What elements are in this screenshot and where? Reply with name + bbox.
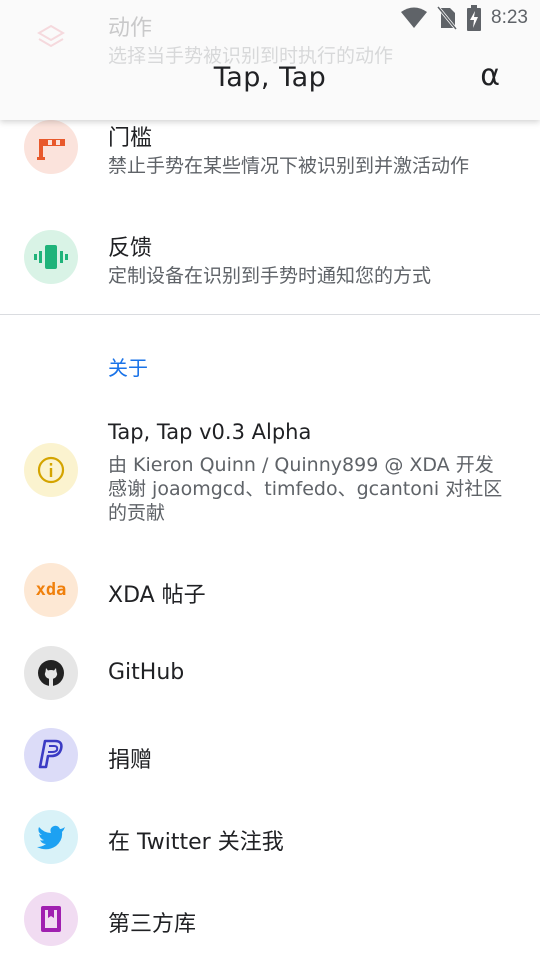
settings-item-title: 反馈 (108, 236, 153, 261)
settings-item-subtitle: 禁止手势在某些情况下被识别到并激活动作 (108, 155, 470, 177)
settings-item-feedback[interactable]: 反馈 定制设备在识别到手势时通知您的方式 (0, 230, 540, 300)
battery-charging-icon (467, 5, 482, 31)
xda-icon-text: xda (35, 580, 67, 600)
app-version-title: Tap, Tap v0.3 Alpha (108, 420, 312, 444)
wifi-icon (401, 7, 428, 29)
link-donate[interactable]: 捐赠 (0, 728, 540, 784)
app-info-line-2: 感谢 joaomgcd、timfedo、gcantoni 对社区 (108, 478, 503, 500)
section-divider (0, 314, 540, 315)
app-info-line-3: 的贡献 (108, 502, 166, 524)
link-libraries[interactable]: 第三方库 (0, 892, 540, 948)
app-info-line-1: 由 Kieron Quinn / Quinny899 @ XDA 开发 (108, 454, 494, 476)
link-label: 在 Twitter 关注我 (108, 830, 284, 855)
paypal-icon (24, 728, 78, 782)
link-label: 捐赠 (108, 748, 153, 773)
info-icon (24, 443, 78, 497)
no-sim-icon (437, 6, 458, 30)
link-label: XDA 帖子 (108, 583, 206, 608)
about-section-header: 关于 (108, 356, 148, 380)
link-label: GitHub (108, 660, 185, 685)
about-app-info[interactable]: Tap, Tap v0.3 Alpha 由 Kieron Quinn / Qui… (0, 420, 540, 530)
vibration-icon (24, 230, 78, 284)
settings-item-subtitle: 定制设备在识别到手势时通知您的方式 (108, 265, 432, 287)
github-icon (24, 646, 78, 700)
settings-item-subtitle: 选择当手势被识别到时执行的动作 (108, 45, 394, 67)
barrier-icon (24, 120, 78, 174)
xda-icon: xda (24, 563, 78, 617)
book-icon (24, 892, 78, 946)
twitter-icon (24, 810, 78, 864)
link-xda[interactable]: xda XDA 帖子 (0, 563, 540, 619)
link-github[interactable]: GitHub (0, 646, 540, 702)
link-twitter[interactable]: 在 Twitter 关注我 (0, 810, 540, 866)
status-bar: 8:23 (0, 0, 540, 36)
link-label: 第三方库 (108, 912, 197, 937)
status-time: 8:23 (491, 7, 528, 28)
settings-item-title: 门槛 (108, 126, 153, 151)
settings-item-gates[interactable]: 门槛 禁止手势在某些情况下被识别到并激活动作 (0, 120, 540, 200)
status-icons: 8:23 (401, 4, 528, 32)
